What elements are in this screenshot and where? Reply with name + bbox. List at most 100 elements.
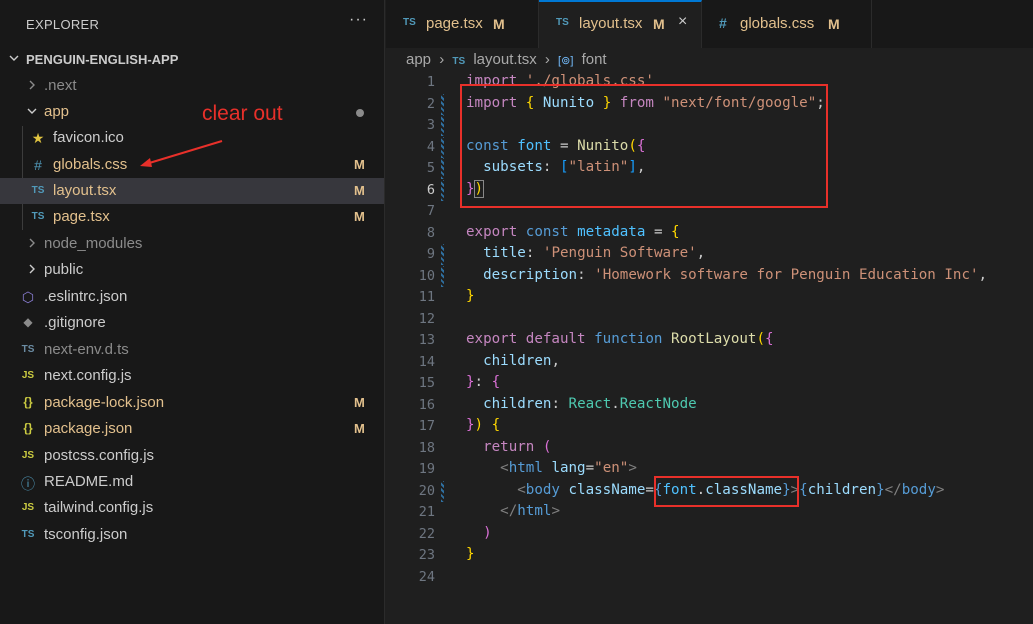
tree-item-package-json[interactable]: {} package.json M	[0, 416, 384, 442]
code-text: <html lang="en">	[500, 460, 637, 476]
git-file-icon: ◆	[23, 315, 33, 329]
code-text: </html>	[500, 503, 560, 519]
code-text: export default function RootLayout({	[466, 331, 774, 347]
eslint-file-icon: ⬡	[21, 289, 35, 305]
tree-item-label: .next	[44, 77, 77, 94]
code-text: }	[466, 288, 475, 304]
tree-item-package-lock[interactable]: {} package-lock.json M	[0, 390, 384, 416]
line-number: 24	[418, 568, 435, 585]
modified-gutter-marker	[441, 115, 444, 136]
javascript-file-icon: JS	[21, 450, 35, 461]
tree-item-label: .eslintrc.json	[44, 288, 128, 305]
tree-item-label: tsconfig.json	[44, 526, 128, 543]
line-number: 9	[426, 246, 435, 262]
code-line: 15 }: {	[386, 373, 1033, 394]
tree-item-label: README.md	[44, 473, 134, 490]
code-line: 13 export default function RootLayout({	[386, 330, 1033, 351]
tree-item-next-env[interactable]: TS next-env.d.ts	[0, 337, 384, 363]
code-line: 9 title: 'Penguin Software',	[386, 244, 1033, 265]
info-file-icon: ⓘ	[21, 476, 35, 492]
code-line: 12	[386, 309, 1033, 330]
code-text: description: 'Homework software for Peng…	[483, 266, 988, 283]
tree-item-label: .gitignore	[44, 314, 106, 331]
close-icon[interactable]: ×	[678, 13, 687, 31]
annotation-box-font-import	[460, 84, 828, 208]
code-text: children: React.ReactNode	[483, 395, 697, 412]
typescript-file-icon: TS	[31, 211, 45, 222]
breadcrumb: app › TS layout.tsx › [⊚] font	[406, 51, 611, 71]
chevron-right-icon: ›	[439, 51, 445, 68]
annotation-label: clear out	[202, 102, 283, 125]
code-text: children,	[483, 352, 560, 369]
breadcrumb-folder[interactable]: app	[406, 51, 431, 68]
tsconfig-file-icon: TS	[21, 529, 35, 540]
code-line: 22 )	[386, 524, 1033, 545]
line-number: 16	[418, 396, 435, 413]
project-root[interactable]: PENGUIN-ENGLISH-APP	[0, 47, 384, 73]
tree-item-tsconfig[interactable]: TS tsconfig.json	[0, 522, 384, 548]
code-line: 16 children: React.ReactNode	[386, 395, 1033, 416]
chevron-right-icon	[26, 263, 38, 278]
tree-item-app-folder[interactable]: app	[0, 99, 384, 125]
line-number: 8	[426, 224, 435, 241]
json-file-icon: {}	[23, 421, 33, 435]
tab-label: page.tsx	[426, 15, 483, 32]
tree-item-next-config[interactable]: JS next.config.js	[0, 363, 384, 389]
star-icon: ★	[31, 130, 45, 146]
editor-tab-bar: TS page.tsx M TS layout.tsx M × # global…	[386, 0, 1033, 48]
tab-globals-css[interactable]: # globals.css M	[702, 0, 872, 48]
breadcrumb-file[interactable]: layout.tsx	[473, 51, 536, 68]
tab-page-tsx[interactable]: TS page.tsx M	[386, 0, 539, 48]
git-status-badge: M	[354, 395, 365, 410]
line-number: 4	[426, 138, 435, 155]
code-text: )	[483, 524, 492, 541]
tree-item-label: package-lock.json	[44, 394, 165, 411]
tab-layout-tsx[interactable]: TS layout.tsx M ×	[539, 0, 702, 48]
explorer-sidebar: EXPLORER ··· PENGUIN-ENGLISH-APP .next a…	[0, 0, 385, 624]
line-number: 14	[418, 353, 435, 370]
tree-item-node-modules[interactable]: node_modules	[0, 231, 384, 257]
code-text: }	[466, 546, 475, 562]
line-number: 2	[426, 95, 435, 112]
modified-gutter-marker	[441, 136, 444, 158]
tree-item-postcss-config[interactable]: JS postcss.config.js	[0, 443, 384, 469]
tree-item-readme[interactable]: ⓘ README.md	[0, 469, 384, 495]
git-status-badge: M	[354, 209, 365, 224]
line-number: 20	[418, 482, 435, 499]
chevron-right-icon	[26, 237, 38, 252]
git-status-badge: M	[354, 157, 365, 172]
typescript-file-icon: TS	[21, 344, 35, 355]
modified-gutter-marker	[441, 158, 444, 179]
git-status-badge: M	[354, 421, 365, 436]
tree-item-next-folder[interactable]: .next	[0, 73, 384, 99]
tree-item-layout-tsx[interactable]: TS layout.tsx M	[0, 178, 384, 204]
code-text: export const metadata = {	[466, 223, 680, 240]
line-number: 6	[426, 181, 435, 198]
variable-symbol-icon: [⊚]	[558, 55, 574, 67]
line-number: 22	[418, 525, 435, 542]
tree-item-page-tsx[interactable]: TS page.tsx M	[0, 204, 384, 230]
css-file-icon: #	[34, 157, 42, 173]
breadcrumb-symbol[interactable]: font	[582, 51, 607, 68]
code-line: 23 }	[386, 545, 1033, 566]
modified-gutter-marker	[441, 480, 444, 502]
tree-item-label: layout.tsx	[53, 182, 117, 199]
git-status-badge: M	[354, 183, 365, 198]
chevron-down-icon	[26, 105, 38, 120]
modified-gutter-marker	[441, 265, 444, 287]
tree-item-label: tailwind.config.js	[44, 499, 154, 516]
tab-status: M	[493, 16, 505, 32]
project-name: PENGUIN-ENGLISH-APP	[26, 52, 179, 67]
tree-item-eslintrc[interactable]: ⬡ .eslintrc.json	[0, 284, 384, 310]
tree-item-gitignore[interactable]: ◆ .gitignore	[0, 310, 384, 336]
tree-item-tailwind-config[interactable]: JS tailwind.config.js	[0, 495, 384, 521]
typescript-file-icon: TS	[403, 17, 416, 28]
tree-item-public[interactable]: public	[0, 257, 384, 283]
css-file-icon: #	[719, 15, 727, 31]
more-actions-icon[interactable]: ···	[349, 11, 368, 29]
code-line: 11 }	[386, 287, 1033, 308]
tree-item-label: favicon.ico	[53, 129, 124, 146]
tab-status: M	[828, 16, 840, 32]
explorer-header: EXPLORER ···	[0, 0, 384, 50]
chevron-right-icon	[26, 79, 38, 94]
